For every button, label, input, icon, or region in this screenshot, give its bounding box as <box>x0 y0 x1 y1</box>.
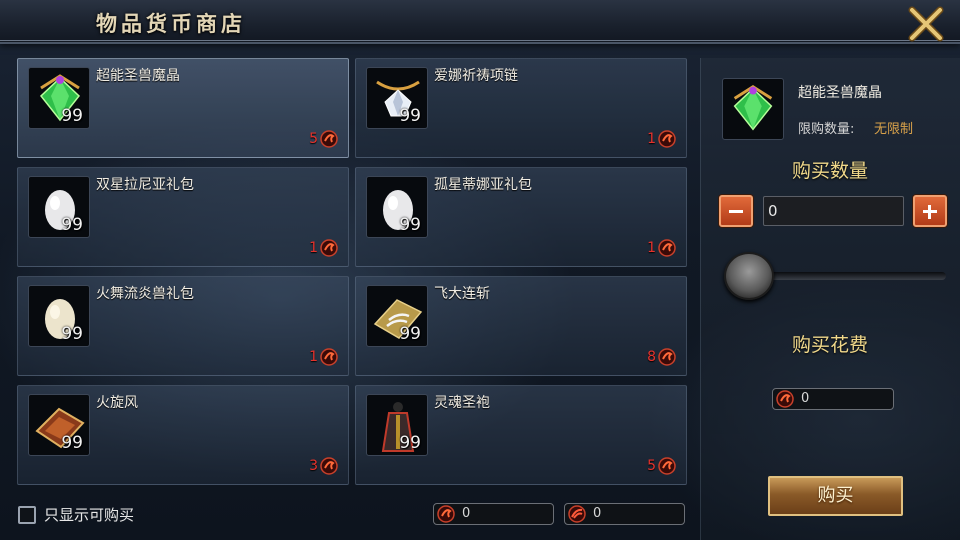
title-bar: 物品货币商店 <box>0 0 960 44</box>
selected-item-name: 超能圣兽魔晶 <box>798 85 882 101</box>
shop-item[interactable]: 99 孤星蒂娜亚礼包 1 <box>355 167 687 267</box>
price-value: 1 <box>309 240 318 256</box>
shop-item[interactable]: 99 灵魂圣袍 5 <box>355 385 687 485</box>
item-name: 火旋风 <box>96 395 138 411</box>
item-name: 灵魂圣袍 <box>434 395 490 411</box>
shop-item[interactable]: 99 爱娜祈祷项链 1 <box>355 58 687 158</box>
item-quantity: 99 <box>61 106 83 126</box>
item-price: 1 <box>309 347 338 367</box>
item-price: 1 <box>309 238 338 258</box>
item-icon-box: 99 <box>366 67 428 129</box>
red-currency-icon <box>320 130 338 148</box>
balance-value: 0 <box>593 506 602 521</box>
red-currency-icon <box>320 239 338 257</box>
item-quantity: 99 <box>61 215 83 235</box>
item-quantity: 99 <box>399 215 421 235</box>
item-price: 1 <box>647 129 676 149</box>
item-icon-box: 99 <box>28 285 90 347</box>
item-quantity: 99 <box>399 106 421 126</box>
item-icon-box: 99 <box>28 394 90 456</box>
item-name: 超能圣兽魔晶 <box>96 68 180 84</box>
purchase-limit-label: 限购数量: <box>798 122 855 137</box>
buy-quantity-title: 购买数量 <box>792 160 869 182</box>
currency-balance: 0 <box>433 503 554 525</box>
quantity-input[interactable] <box>763 196 904 226</box>
purchase-limit-value: 无限制 <box>874 122 914 137</box>
item-name: 火舞流炎兽礼包 <box>96 286 194 302</box>
red-currency-icon <box>658 130 676 148</box>
buyable-only-filter[interactable]: 只显示可购买 <box>18 504 134 525</box>
increase-quantity-button[interactable] <box>913 195 947 227</box>
quantity-slider-thumb[interactable] <box>724 252 774 300</box>
price-value: 8 <box>647 349 656 365</box>
currency-balance: 0 <box>564 503 685 525</box>
shop-window: 物品货币商店 99 超能圣兽魔晶 5 99 爱娜祈祷项链 1 99 双星拉尼亚礼… <box>0 0 960 540</box>
price-value: 1 <box>647 240 656 256</box>
item-icon-box: 99 <box>28 67 90 129</box>
item-name: 爱娜祈祷项链 <box>434 68 518 84</box>
item-price: 3 <box>309 456 338 476</box>
item-name: 双星拉尼亚礼包 <box>96 177 194 193</box>
price-value: 1 <box>309 349 318 365</box>
price-value: 3 <box>309 458 318 474</box>
item-quantity: 99 <box>61 324 83 344</box>
shop-item[interactable]: 99 超能圣兽魔晶 5 <box>17 58 349 158</box>
decrease-quantity-button[interactable] <box>719 195 753 227</box>
item-price: 5 <box>309 129 338 149</box>
shop-item[interactable]: 99 火舞流炎兽礼包 1 <box>17 276 349 376</box>
page-title: 物品货币商店 <box>96 11 246 36</box>
green-gem-icon <box>733 85 773 131</box>
shop-item[interactable]: 99 火旋风 3 <box>17 385 349 485</box>
item-icon-box: 99 <box>28 176 90 238</box>
item-icon-box: 99 <box>366 285 428 347</box>
red-currency-icon <box>658 239 676 257</box>
red-currency-icon <box>320 457 338 475</box>
red-claw-currency-icon <box>568 505 586 523</box>
price-value: 5 <box>647 458 656 474</box>
red-currency-icon <box>658 457 676 475</box>
balance-value: 0 <box>462 506 471 521</box>
item-icon-box: 99 <box>366 176 428 238</box>
selected-item-icon-box <box>722 78 784 140</box>
close-button[interactable] <box>906 6 946 42</box>
item-quantity: 99 <box>399 324 421 344</box>
item-price: 8 <box>647 347 676 367</box>
filter-label: 只显示可购买 <box>44 506 135 524</box>
red-currency-icon <box>437 505 455 523</box>
item-icon-box: 99 <box>366 394 428 456</box>
close-x-icon <box>908 6 944 42</box>
price-value: 5 <box>309 131 318 147</box>
filter-checkbox[interactable] <box>18 505 36 524</box>
shop-item[interactable]: 99 双星拉尼亚礼包 1 <box>17 167 349 267</box>
cost-display: 0 <box>772 388 894 410</box>
price-value: 1 <box>647 131 656 147</box>
item-quantity: 99 <box>61 433 83 453</box>
cost-title: 购买花费 <box>792 334 869 356</box>
cost-value: 0 <box>801 391 810 406</box>
item-name: 孤星蒂娜亚礼包 <box>434 177 532 193</box>
item-name: 飞大连斩 <box>434 286 490 302</box>
item-price: 1 <box>647 238 676 258</box>
buy-button[interactable]: 购买 <box>768 476 903 516</box>
item-quantity: 99 <box>399 433 421 453</box>
shop-item[interactable]: 99 飞大连斩 8 <box>355 276 687 376</box>
item-price: 5 <box>647 456 676 476</box>
red-currency-icon <box>776 390 794 408</box>
red-currency-icon <box>320 348 338 366</box>
red-currency-icon <box>658 348 676 366</box>
